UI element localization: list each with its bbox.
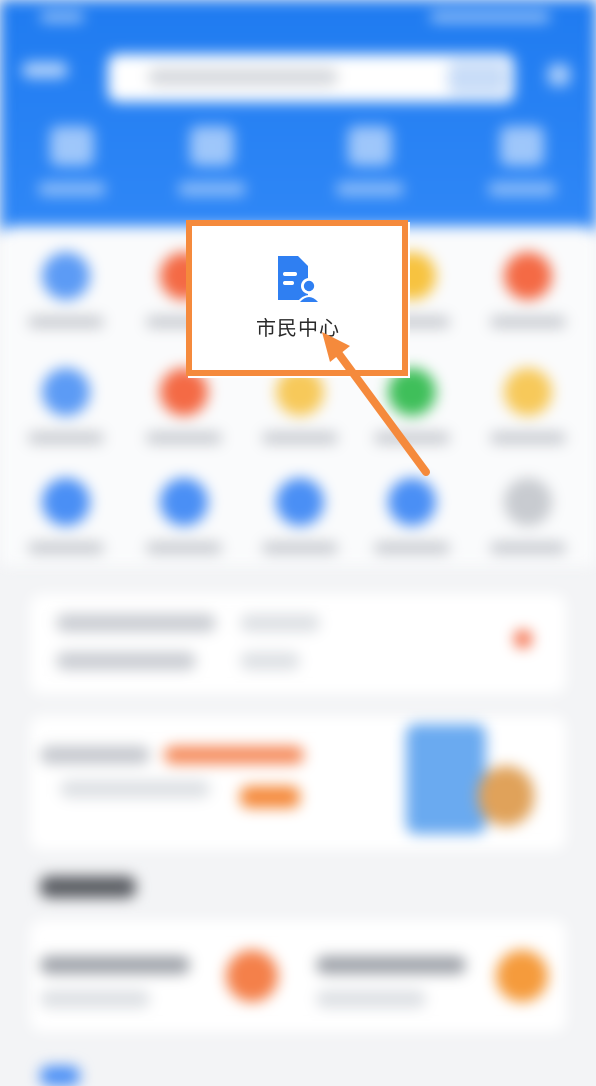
notice-card[interactable] [30, 594, 566, 694]
service-item[interactable] [10, 472, 120, 572]
feature-line[interactable] [40, 956, 190, 974]
service-icon [504, 252, 552, 300]
service-label [28, 316, 104, 328]
promo-banner[interactable] [30, 716, 566, 850]
service-item[interactable] [244, 472, 354, 572]
city-selector[interactable] [22, 62, 68, 78]
status-bar [0, 0, 596, 34]
service-icon [276, 478, 324, 526]
notice-badge [514, 630, 532, 648]
feature-line[interactable] [316, 956, 466, 974]
status-icons-placeholder [430, 12, 550, 22]
citizen-document-icon[interactable] [274, 254, 322, 306]
service-icon [42, 252, 90, 300]
service-icon [504, 368, 552, 416]
service-label [490, 542, 566, 554]
service-label [28, 542, 104, 554]
service-label [490, 432, 566, 444]
quick-entry-2[interactable] [168, 120, 256, 210]
quick-entry-1[interactable] [28, 120, 116, 210]
quick-entry-icon [50, 126, 94, 166]
clock-placeholder [40, 12, 84, 22]
quick-entry-4[interactable] [478, 120, 566, 210]
service-icon [504, 478, 552, 526]
section-title [40, 876, 136, 898]
service-item[interactable] [472, 246, 582, 346]
service-item[interactable] [10, 246, 120, 346]
banner-line [60, 780, 210, 798]
service-icon [42, 478, 90, 526]
quick-entry-icon [190, 126, 234, 166]
quick-entry-icon [500, 126, 544, 166]
service-item[interactable] [10, 362, 120, 462]
service-label [146, 542, 222, 554]
search-button[interactable] [448, 61, 508, 95]
service-label [146, 432, 222, 444]
notice-line [240, 614, 320, 632]
quick-entry-3[interactable] [326, 120, 414, 210]
service-label [490, 316, 566, 328]
service-item[interactable] [472, 472, 582, 572]
banner-image [406, 724, 486, 834]
service-label [262, 542, 338, 554]
header-menu-icon[interactable] [548, 64, 570, 86]
service-item[interactable] [356, 472, 466, 572]
service-label [262, 432, 338, 444]
banner-button [240, 786, 300, 808]
citizen-center-label[interactable]: 市民中心 [246, 312, 350, 341]
notice-line [56, 652, 196, 670]
service-label [374, 542, 450, 554]
feature-line [40, 990, 150, 1008]
quick-entry-label [488, 182, 556, 196]
service-item[interactable] [128, 472, 238, 572]
quick-entry-icon [348, 126, 392, 166]
quick-entry-label [38, 182, 106, 196]
service-icon [388, 478, 436, 526]
tabbar-hint [40, 1066, 80, 1086]
quick-entry-label [336, 182, 404, 196]
search-placeholder [148, 68, 338, 86]
service-icon [160, 478, 208, 526]
feature-card-row [30, 920, 566, 1032]
banner-image [478, 766, 534, 826]
quick-entry-label [178, 182, 246, 196]
service-label [28, 432, 104, 444]
service-item[interactable] [472, 362, 582, 462]
notice-line [56, 614, 216, 632]
feature-icon [226, 950, 278, 1002]
notice-line [240, 652, 300, 670]
banner-line [40, 746, 150, 764]
feature-line [316, 990, 426, 1008]
banner-line [164, 746, 304, 764]
top-header [0, 0, 596, 232]
search-bar[interactable] [108, 54, 514, 102]
feature-icon [496, 950, 548, 1002]
service-icon [42, 368, 90, 416]
service-label [374, 432, 450, 444]
